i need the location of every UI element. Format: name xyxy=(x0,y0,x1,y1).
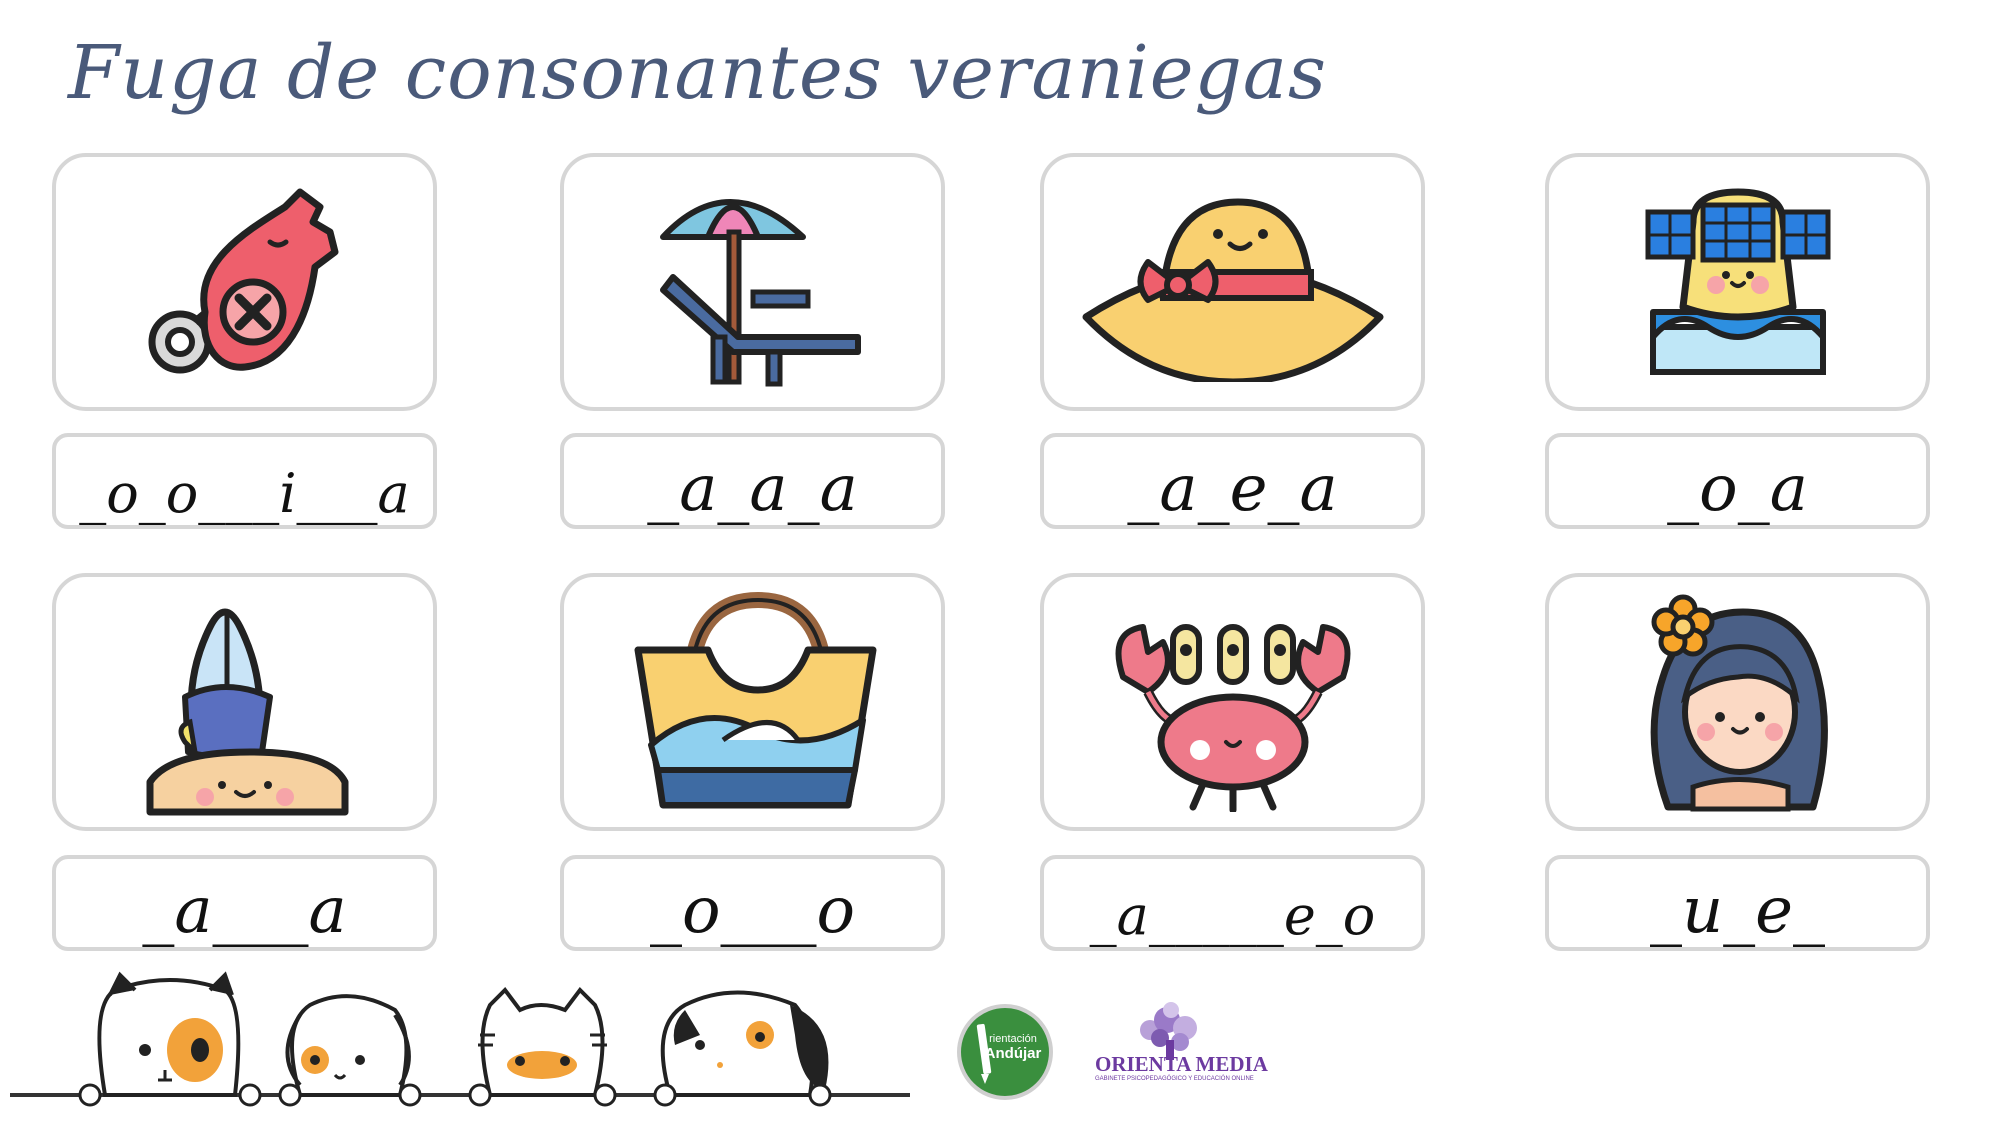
picture-card-hat xyxy=(1040,153,1425,411)
word-pattern: _a_e_a xyxy=(1127,452,1338,526)
picture-card-surfboard xyxy=(52,573,437,831)
spotted-dog-face-icon xyxy=(653,990,832,1107)
orientamedia-name: ORIENTA MEDIA xyxy=(1095,1052,1268,1076)
girl-with-flower-icon xyxy=(1650,594,1828,812)
word-pattern: _o___o xyxy=(649,874,856,948)
picture-card-umbrella xyxy=(560,153,945,411)
word-pattern: _a_a_a xyxy=(647,452,858,526)
word-blank-girl[interactable]: _u_e_ xyxy=(1545,855,1930,951)
tree-icon xyxy=(1140,1002,1197,1060)
word-pattern: _u_e_ xyxy=(1649,874,1826,948)
surfboard-icon xyxy=(146,608,348,816)
picture-card-girl xyxy=(1545,573,1930,831)
word-pattern: _a_____e_o xyxy=(1089,884,1376,947)
orientacion-andujar-logo: rientación Andújar xyxy=(957,1004,1053,1100)
word-blank-surfboard[interactable]: _a___a xyxy=(52,855,437,951)
svg-text:rientación: rientación xyxy=(989,1033,1037,1045)
cat-face-icon xyxy=(468,986,617,1107)
word-blank-mask[interactable]: _o_a xyxy=(1545,433,1930,529)
word-blank-umbrella[interactable]: _a_a_a xyxy=(560,433,945,529)
beach-bag-icon xyxy=(634,591,876,808)
svg-text:Andújar: Andújar xyxy=(985,1045,1042,1062)
snorkel-mask-icon xyxy=(1645,188,1830,375)
picture-card-whistle xyxy=(52,153,437,411)
word-blank-hat[interactable]: _a_e_a xyxy=(1040,433,1425,529)
word-blank-bag[interactable]: _o___o xyxy=(560,855,945,951)
orientamedia-subtitle: GABINETE PSICOPEDAGÓGICO Y EDUCACIÓN ONL… xyxy=(1095,1076,1254,1082)
word-pattern: _o_o___i___a xyxy=(79,462,410,525)
orientamedia-logo: ORIENTA MEDIA GABINETE PSICOPEDAGÓGICO Y… xyxy=(1095,1000,1268,1095)
word-blank-whistle[interactable]: _o_o___i___a xyxy=(52,433,437,529)
picture-card-crab xyxy=(1040,573,1425,831)
word-blank-crab[interactable]: _a_____e_o xyxy=(1040,855,1425,951)
word-pattern: _a___a xyxy=(142,874,347,948)
crab-icon xyxy=(1115,624,1350,812)
picture-card-mask xyxy=(1545,153,1930,411)
dog-face-icon xyxy=(78,971,262,1107)
cartoon-animals-illustration xyxy=(10,971,910,1107)
whistle-icon xyxy=(148,188,338,374)
picture-card-bag xyxy=(560,573,945,831)
word-pattern: _o_a xyxy=(1667,452,1808,526)
puppy-face-icon xyxy=(278,994,422,1107)
sun-hat-icon xyxy=(1082,198,1383,382)
page-title: Fuga de consonantes veraniegas xyxy=(68,30,1328,116)
beach-umbrella-lounger-icon xyxy=(659,199,861,387)
